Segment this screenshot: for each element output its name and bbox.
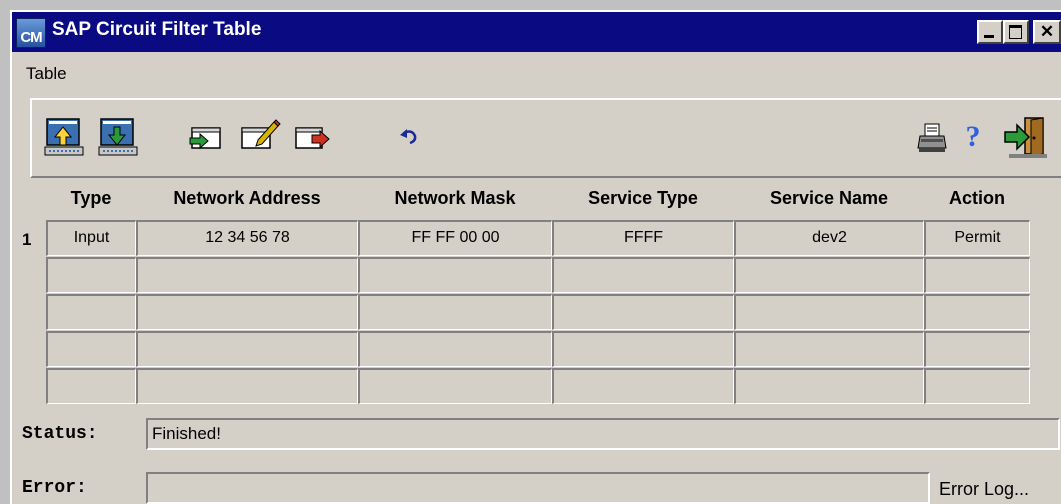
upload-button[interactable] — [42, 114, 88, 160]
error-label: Error: — [22, 478, 87, 498]
cell-network-address[interactable]: 12 34 56 78 — [136, 220, 358, 256]
column-header-network-address[interactable]: Network Address — [136, 188, 358, 209]
cell-network-address[interactable] — [136, 257, 358, 293]
cell-type[interactable]: Input — [46, 220, 136, 256]
cell-service-name[interactable] — [734, 294, 924, 330]
status-field: Finished! — [146, 418, 1060, 450]
cell-network-mask[interactable] — [358, 368, 552, 404]
undo-icon — [400, 129, 417, 145]
upload-icon — [44, 118, 84, 156]
print-button[interactable] — [912, 118, 952, 158]
delete-row-icon — [295, 127, 330, 149]
cell-network-address[interactable] — [136, 294, 358, 330]
cell-service-name[interactable] — [734, 368, 924, 404]
minimize-button[interactable] — [977, 20, 1003, 44]
menu-bar: Table — [12, 56, 1061, 92]
close-button[interactable]: ✕ — [1033, 20, 1061, 44]
cell-action[interactable]: Permit — [924, 220, 1030, 256]
minimize-icon — [979, 22, 1001, 42]
window-title: SAP Circuit Filter Table — [52, 19, 262, 40]
edit-row-icon — [241, 119, 281, 149]
row-number: 1 — [22, 230, 32, 249]
close-icon: ✕ — [1039, 22, 1055, 41]
cell-service-type[interactable] — [552, 331, 734, 367]
download-button[interactable] — [96, 114, 142, 160]
title-bar[interactable]: CM SAP Circuit Filter Table ✕ — [12, 12, 1061, 52]
column-header-action[interactable]: Action — [924, 188, 1030, 209]
cell-service-type[interactable]: FFFF — [552, 220, 734, 256]
exit-icon — [1004, 117, 1047, 158]
cell-service-name[interactable]: dev2 — [734, 220, 924, 256]
insert-row-button[interactable] — [184, 118, 228, 158]
cell-network-address[interactable] — [136, 368, 358, 404]
cell-network-mask[interactable] — [358, 331, 552, 367]
cell-type[interactable] — [46, 331, 136, 367]
cell-service-name[interactable] — [734, 257, 924, 293]
delete-row-button[interactable] — [290, 118, 334, 158]
cell-network-address[interactable] — [136, 331, 358, 367]
error-log-button[interactable]: Error Log... — [939, 479, 1029, 500]
help-icon: ? — [965, 120, 981, 153]
error-field — [146, 472, 930, 504]
app-logo-icon: CM — [16, 18, 46, 48]
insert-row-icon — [189, 127, 221, 150]
download-icon — [98, 118, 138, 156]
help-button[interactable]: ? — [958, 116, 988, 158]
undo-button[interactable] — [394, 122, 424, 152]
cell-action[interactable] — [924, 368, 1030, 404]
filter-table: Type Network Address Network Mask Servic… — [12, 182, 1061, 408]
cell-service-type[interactable] — [552, 294, 734, 330]
maximize-button[interactable] — [1003, 20, 1029, 44]
column-header-type[interactable]: Type — [46, 188, 136, 209]
cell-service-type[interactable] — [552, 368, 734, 404]
status-label: Status: — [22, 424, 98, 444]
cell-network-mask[interactable] — [358, 294, 552, 330]
cell-type[interactable] — [46, 257, 136, 293]
edit-row-button[interactable] — [236, 114, 284, 158]
cell-type[interactable] — [46, 368, 136, 404]
main-window: CM SAP Circuit Filter Table ✕ Table ? Ty… — [10, 10, 1061, 504]
exit-button[interactable] — [1000, 112, 1052, 164]
cell-action[interactable] — [924, 257, 1030, 293]
column-header-service-type[interactable]: Service Type — [552, 188, 734, 209]
column-header-network-mask[interactable]: Network Mask — [358, 188, 552, 209]
cell-network-mask[interactable]: FF FF 00 00 — [358, 220, 552, 256]
toolbar: ? — [30, 98, 1061, 178]
menu-table[interactable]: Table — [26, 64, 67, 84]
cell-action[interactable] — [924, 331, 1030, 367]
cell-service-name[interactable] — [734, 331, 924, 367]
column-header-service-name[interactable]: Service Name — [734, 188, 924, 209]
cell-network-mask[interactable] — [358, 257, 552, 293]
print-icon — [917, 123, 947, 152]
maximize-icon — [1005, 22, 1027, 42]
cell-action[interactable] — [924, 294, 1030, 330]
cell-service-type[interactable] — [552, 257, 734, 293]
cell-type[interactable] — [46, 294, 136, 330]
